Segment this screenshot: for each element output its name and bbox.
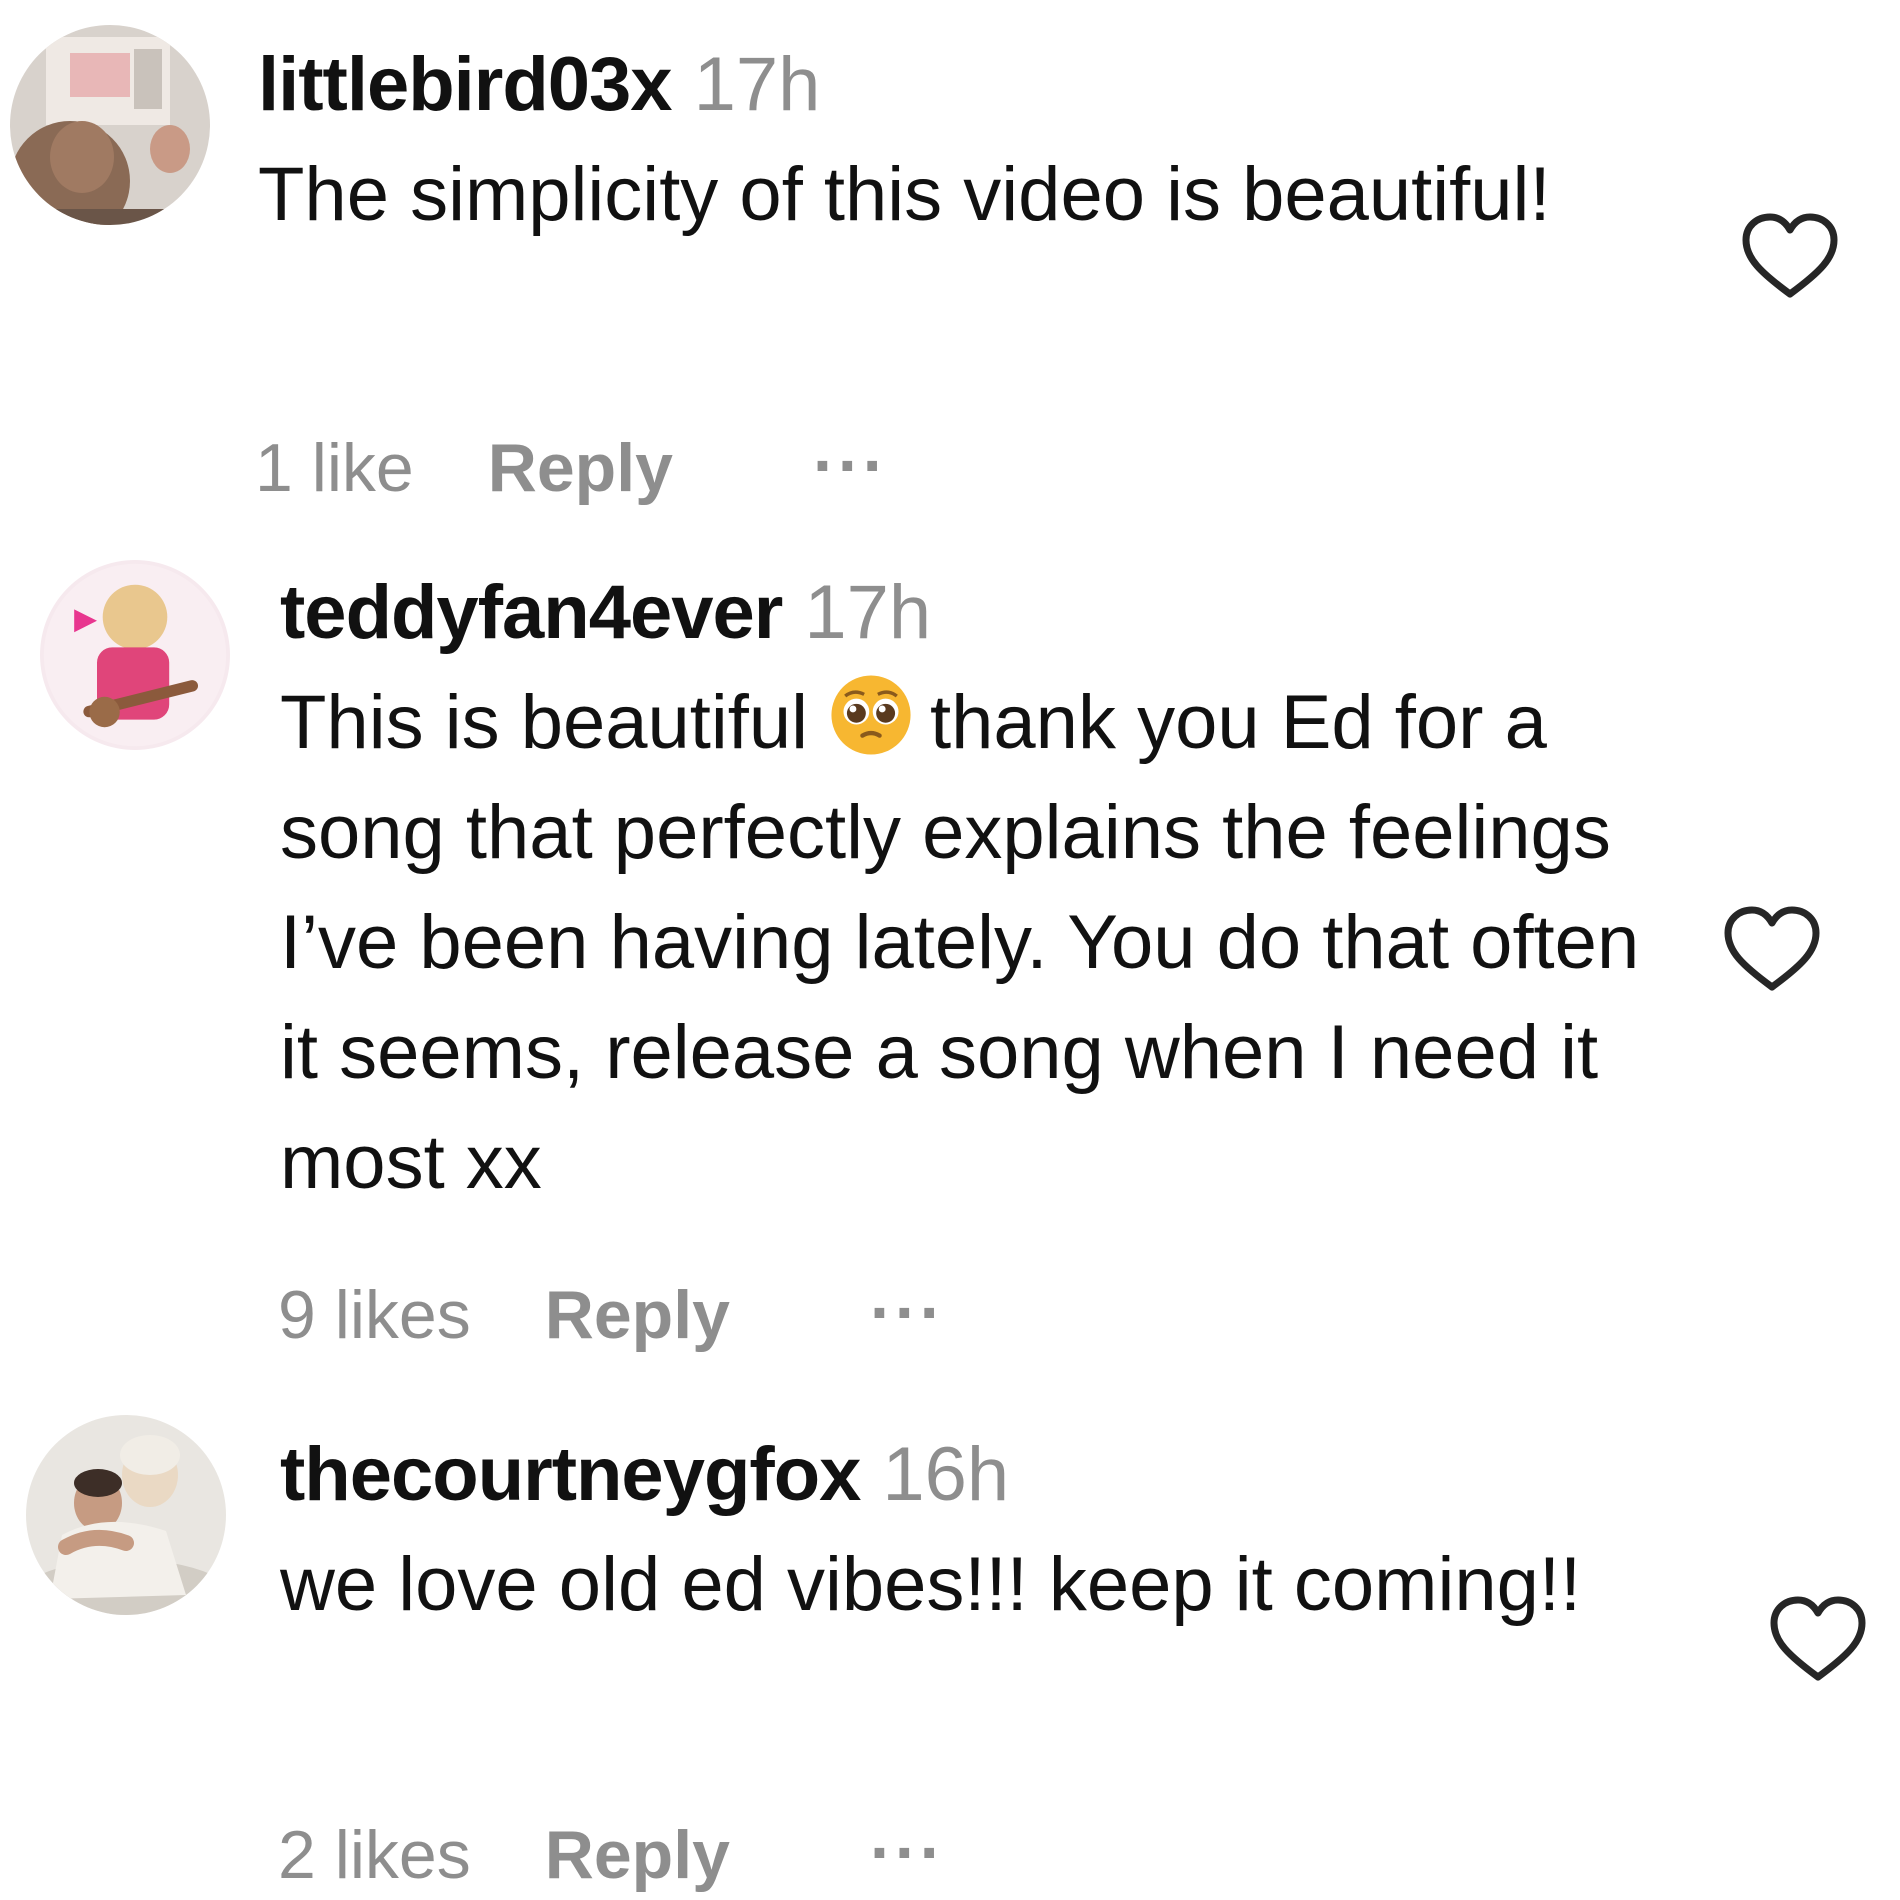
more-options-button[interactable]: ... <box>870 1257 945 1333</box>
username[interactable]: thecourtneygfox <box>280 1432 861 1517</box>
avatar[interactable] <box>26 1415 226 1615</box>
comment-actions: 9 likes Reply... <box>278 1257 945 1355</box>
avatar[interactable] <box>10 25 210 225</box>
user-avatar-icon <box>40 560 230 750</box>
comment-text: The simplicity of this video is beautifu… <box>258 152 1551 237</box>
comment-text: This is beautiful thank you Ed for a song… <box>280 668 1660 1218</box>
likes-count[interactable]: 2 likes <box>278 1817 471 1893</box>
comment-actions: 1 like Reply... <box>255 410 888 508</box>
comment-text: we love old ed vibes!!! keep it coming!! <box>280 1542 1582 1627</box>
user-avatar-icon <box>26 1415 226 1615</box>
username[interactable]: teddyfan4ever <box>280 570 783 655</box>
like-button[interactable] <box>1722 905 1822 995</box>
heart-outline-icon <box>1724 906 1820 991</box>
reply-button[interactable]: Reply <box>545 1817 730 1893</box>
timestamp: 16h <box>882 1432 1010 1517</box>
more-options-button[interactable]: ... <box>870 1797 945 1873</box>
timestamp: 17h <box>804 570 932 655</box>
reply-button[interactable]: Reply <box>488 430 673 506</box>
user-avatar-icon <box>10 25 210 225</box>
more-options-button[interactable]: ... <box>813 410 888 486</box>
comment-text-part: This is beautiful <box>280 680 809 765</box>
reply-button[interactable]: Reply <box>545 1277 730 1353</box>
username[interactable]: littlebird03x <box>258 42 673 127</box>
heart-outline-icon <box>1742 213 1838 298</box>
comment-header: littlebird03x 17h <box>258 40 820 130</box>
likes-count[interactable]: 9 likes <box>278 1277 471 1353</box>
avatar[interactable] <box>40 560 230 750</box>
heart-outline-icon <box>1770 1596 1866 1681</box>
like-button[interactable] <box>1768 1595 1868 1685</box>
comment-header: teddyfan4ever 17h <box>280 568 931 658</box>
timestamp: 17h <box>693 42 821 127</box>
like-button[interactable] <box>1740 212 1840 302</box>
comment-actions: 2 likes Reply... <box>278 1797 945 1895</box>
pleading-face-emoji-icon <box>828 672 914 758</box>
comment-header: thecourtneygfox 16h <box>280 1430 1009 1520</box>
likes-count[interactable]: 1 like <box>255 430 414 506</box>
